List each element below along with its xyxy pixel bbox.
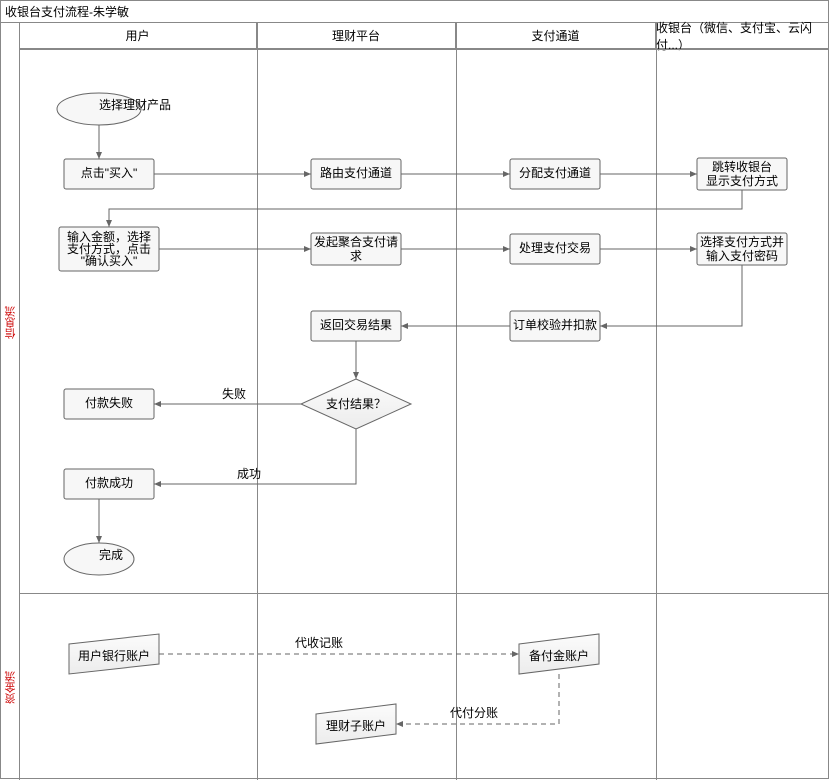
svg-text:处理支付交易: 处理支付交易 [519,240,591,255]
node-reserve-account: 备付金账户 [519,634,599,674]
svg-text:返回交易结果: 返回交易结果 [320,317,392,332]
svg-text:备付金账户: 备付金账户 [529,648,589,663]
swimlane-grid: 用户 理财平台 支付通道 收银台（微信、支付宝、云闪付...） 信息流 资金流 … [1,23,828,780]
svg-text:支付结果？: 支付结果？ [326,397,386,411]
svg-text:用户银行账户: 用户银行账户 [78,648,150,663]
edge-fail-label: 失败 [222,386,246,401]
svg-text:路由支付通道: 路由支付通道 [320,165,392,180]
row-label-info: 信息流 [1,49,19,595]
svg-text:显示支付方式: 显示支付方式 [706,173,778,188]
node-select-product: 选择理财产品 [57,93,171,125]
svg-text:付款成功: 付款成功 [85,476,133,490]
edge-success-label: 成功 [237,467,261,481]
node-jump-cashier: 跳转收银台 显示支付方式 [697,158,787,190]
node-sub-account: 理财子账户 [316,704,396,744]
node-return-result: 返回交易结果 [311,311,401,341]
lane-header-cashier: 收银台（微信、支付宝、云闪付...） [656,23,828,49]
svg-text:付款失败: 付款失败 [85,395,133,410]
diagram-frame: 收银台支付流程-朱学敏 用户 理财平台 支付通道 收银台（微信、支付宝、云闪付.… [0,0,829,779]
node-dispatch: 分配支付通道 [510,159,600,189]
edge-collect-label: 代收记账 [295,636,343,650]
node-bank-account: 用户银行账户 [69,634,159,674]
node-done: 完成 [64,543,134,575]
svg-text:订单校验并扣款: 订单校验并扣款 [513,317,597,332]
edge [600,265,742,326]
node-route: 路由支付通道 [311,159,401,189]
node-input-amount: 输入金额，选择 支付方式，点击 "确认买入" [59,227,159,271]
lane-header-channel: 支付通道 [456,23,656,49]
edge-payout-label: 代付分账 [450,706,498,720]
svg-text:完成: 完成 [99,547,123,562]
svg-text:"确认买入": "确认买入" [81,254,138,268]
node-verify: 订单校验并扣款 [510,311,600,341]
svg-text:选择支付方式并: 选择支付方式并 [700,234,784,249]
node-choose-method: 选择支付方式并 输入支付密码 [697,233,787,265]
svg-text:发起聚合支付请: 发起聚合支付请 [314,234,398,249]
lane-header-platform: 理财平台 [257,23,456,49]
svg-text:输入支付密码: 输入支付密码 [706,248,778,263]
svg-text:求: 求 [350,249,362,263]
node-decision: 支付结果？ [301,379,411,429]
lane-header-user: 用户 [19,23,257,49]
node-fail: 付款失败 [64,389,154,419]
node-aggregate-pay: 发起聚合支付请 求 [311,233,401,265]
node-process-tx: 处理支付交易 [510,234,600,264]
edge [109,190,742,227]
svg-text:理财子账户: 理财子账户 [326,718,386,733]
svg-text:点击"买入": 点击"买入" [81,166,138,180]
svg-text:跳转收银台: 跳转收银台 [712,159,772,174]
flow-svg: 选择理财产品 完成 点击"买入" 路由支付通道 分配支付通道 跳转收银台 [19,49,830,782]
row-label-fund: 资金流 [1,593,19,780]
node-success: 付款成功 [64,469,154,499]
node-click-buy: 点击"买入" [64,159,154,189]
svg-text:分配支付通道: 分配支付通道 [519,166,591,180]
svg-text:选择理财产品: 选择理财产品 [99,98,171,112]
